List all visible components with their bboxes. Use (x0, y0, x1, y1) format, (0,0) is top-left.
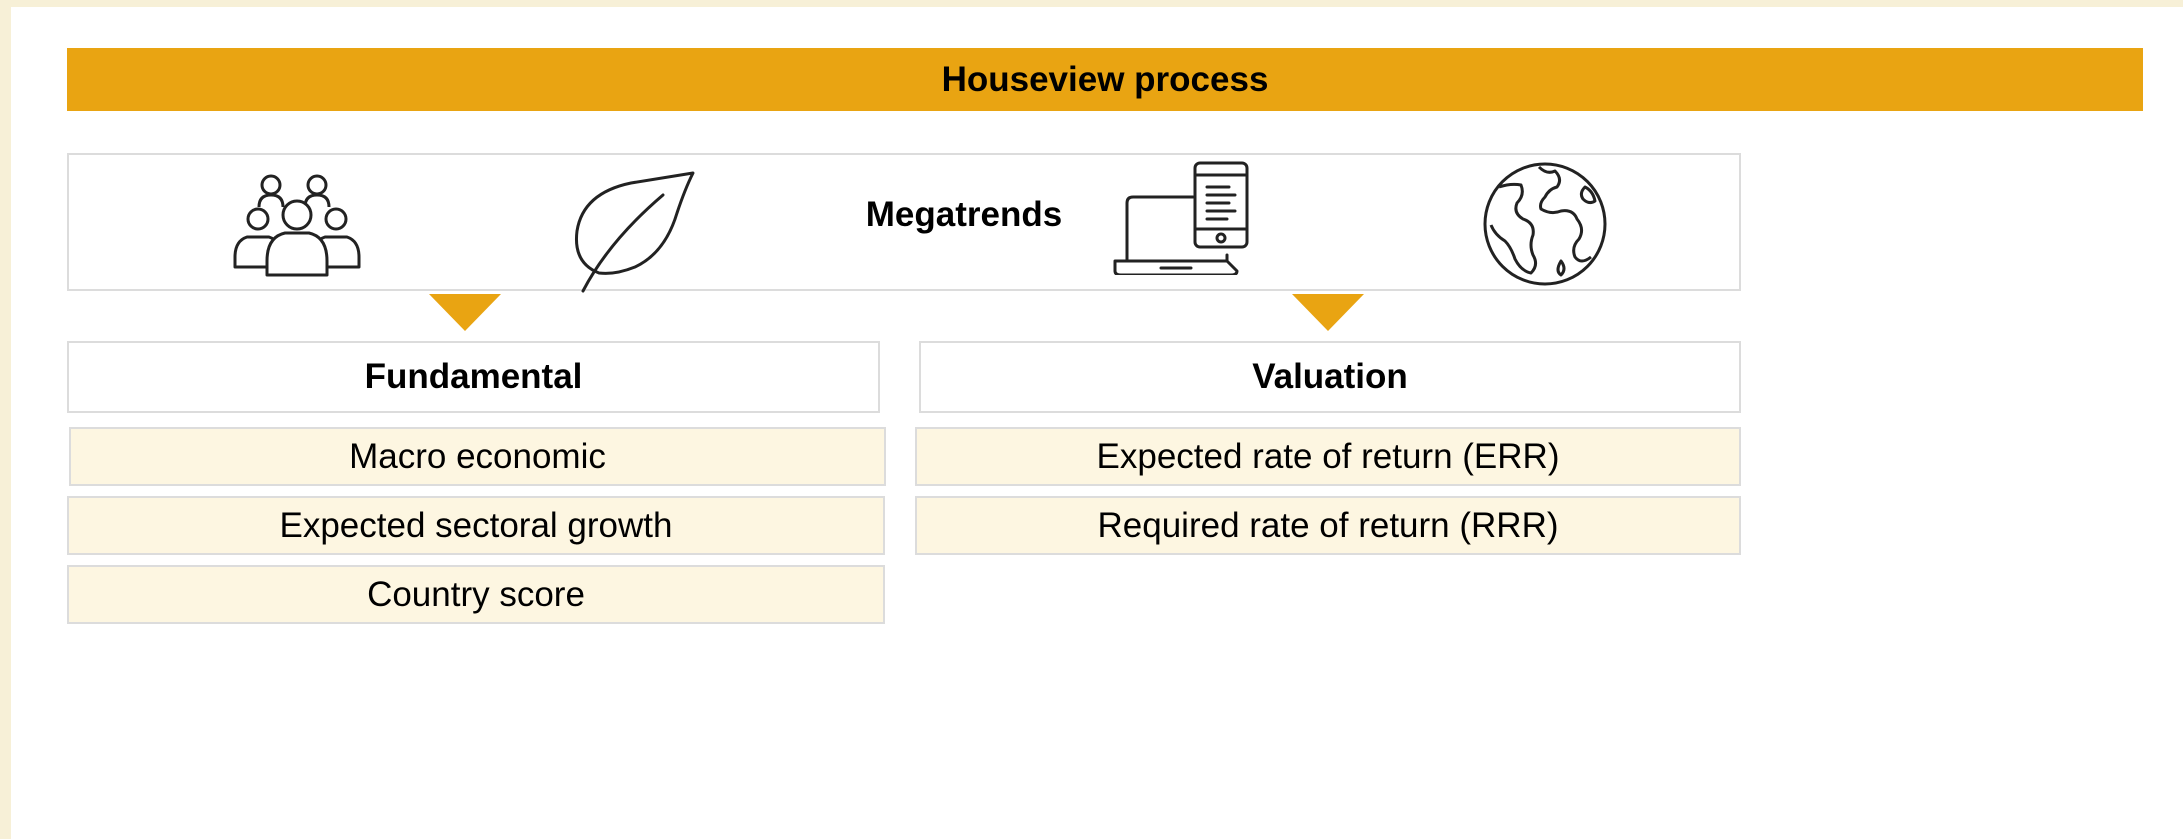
item-label: Macro economic (349, 436, 606, 476)
item-label: Required rate of return (RRR) (1097, 505, 1559, 545)
item-label: Country score (367, 574, 585, 614)
diagram-canvas: Houseview process Megatrends Fundamental… (11, 7, 2183, 839)
megatrends-title: Megatrends (865, 195, 1063, 234)
item-label: Expected sectoral growth (279, 505, 673, 545)
valuation-title: Valuation (1252, 357, 1408, 396)
globe-icon (1481, 161, 1609, 287)
laptop-phone-icon (1113, 161, 1253, 275)
fundamental-item: Country score (67, 565, 885, 624)
fundamental-title: Fundamental (364, 357, 583, 396)
valuation-item: Required rate of return (RRR) (915, 496, 1741, 555)
megatrends-box: Megatrends (67, 153, 1741, 293)
fundamental-header: Fundamental (67, 341, 880, 413)
valuation-item: Expected rate of return (ERR) (915, 427, 1741, 486)
arrow-to-valuation (1292, 294, 1364, 331)
people-group-icon (229, 171, 365, 277)
houseview-banner: Houseview process (67, 48, 2143, 111)
fundamental-item: Expected sectoral growth (67, 496, 885, 555)
item-label: Expected rate of return (ERR) (1096, 436, 1560, 476)
leaf-icon (569, 169, 699, 293)
fundamental-item: Macro economic (69, 427, 886, 486)
arrow-to-fundamental (429, 294, 501, 331)
banner-title: Houseview process (941, 59, 1269, 99)
valuation-header: Valuation (919, 341, 1741, 413)
